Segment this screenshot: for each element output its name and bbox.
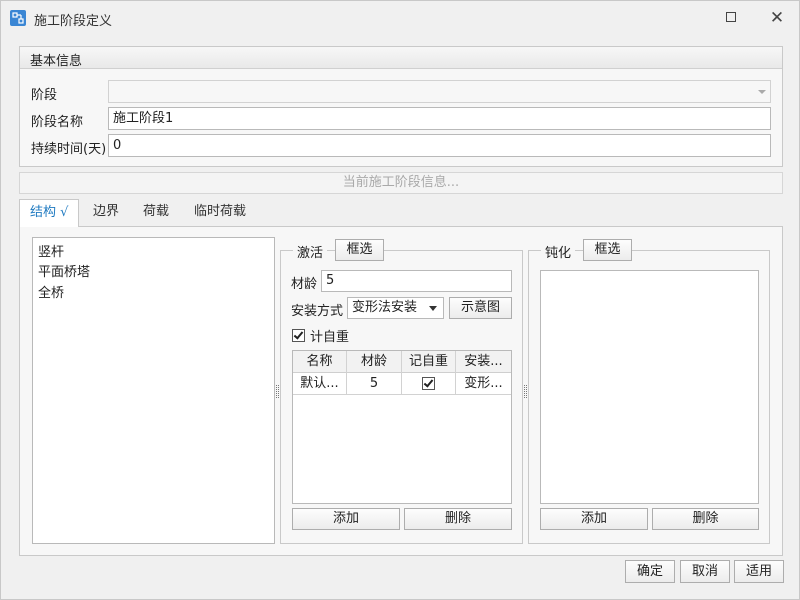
tab-structure[interactable]: 结构 √ [19,199,80,227]
basic-info-group: 基本信息 阶段 阶段名称 施工阶段1 持续时间(天) 0 [19,46,783,167]
ok-button[interactable]: 确定 [625,560,675,583]
tab-temporary-load[interactable]: 临时荷载 [184,199,256,226]
duration-label: 持续时间(天) [31,142,107,157]
passivate-legend: 钝化 [541,242,576,261]
check-icon [423,377,434,388]
activate-group: 激活 框选 材龄 5 安装方式 变形法安装 示意图 计自重 名称 材龄 记自重 … [280,239,523,544]
current-stage-info-button[interactable]: 当前施工阶段信息... [19,172,783,194]
activate-table: 名称 材龄 记自重 安装... 默认... 5 变形... [292,350,512,504]
dialog-window: 施工阶段定义 ✕ 基本信息 阶段 阶段名称 施工阶段1 持续时间(天) 0 当前… [0,0,800,600]
maximize-button[interactable] [711,5,751,31]
table-row[interactable]: 默认... 5 变形... [293,373,511,395]
app-icon [10,10,26,26]
install-method-label: 安装方式 [291,304,344,319]
list-item[interactable]: 竖杆 [38,241,64,260]
stage-select[interactable] [108,80,771,103]
chevron-down-icon [429,306,437,311]
title-bar: 施工阶段定义 ✕ [1,1,799,35]
diagram-button[interactable]: 示意图 [449,297,512,319]
tab-strip: 结构 √ 边界 荷载 临时荷载 [19,199,783,227]
apply-button[interactable]: 适用 [734,560,784,583]
chevron-down-icon [758,90,766,94]
tab-boundary[interactable]: 边界 [83,199,129,226]
window-title: 施工阶段定义 [34,14,113,29]
row-name-cell[interactable]: 默认... [293,373,347,395]
column-header-self-weight[interactable]: 记自重 [402,351,456,373]
column-header-name[interactable]: 名称 [293,351,347,373]
stage-label: 阶段 [31,88,58,103]
activate-box-select-button[interactable]: 框选 [335,239,384,261]
passivate-group: 钝化 框选 添加 删除 [528,239,770,544]
self-weight-label: 计自重 [310,330,350,345]
activate-legend: 激活 [293,242,328,261]
stage-name-input[interactable]: 施工阶段1 [108,107,771,130]
duration-input[interactable]: 0 [108,134,771,157]
passivate-list[interactable] [540,270,759,504]
table-header: 名称 材龄 记自重 安装... [293,351,511,373]
close-button[interactable]: ✕ [757,5,797,31]
activate-delete-button[interactable]: 删除 [404,508,512,530]
age-input[interactable]: 5 [321,270,512,292]
maximize-icon [726,11,736,22]
splitter-handle[interactable] [524,385,527,398]
self-weight-checkbox[interactable] [292,329,305,342]
install-method-select[interactable]: 变形法安装 [347,297,444,319]
install-method-value: 变形法安装 [352,300,418,315]
close-icon: ✕ [769,8,785,28]
list-item[interactable]: 全桥 [38,282,64,301]
splitter-handle[interactable] [276,385,279,398]
row-install-cell[interactable]: 变形... [456,373,511,395]
passivate-delete-button[interactable]: 删除 [652,508,759,530]
row-self-weight-cell[interactable] [402,373,456,395]
list-item[interactable]: 平面桥塔 [38,261,90,280]
age-label: 材龄 [291,277,318,292]
tab-load[interactable]: 荷载 [133,199,179,226]
structure-tab-panel: 竖杆 平面桥塔 全桥 激活 框选 材龄 5 安装方式 变形法安装 示意图 计自重 [19,226,783,556]
basic-info-header: 基本信息 [20,47,782,69]
row-age-cell[interactable]: 5 [347,373,402,395]
passivate-add-button[interactable]: 添加 [540,508,648,530]
basic-info-title: 基本信息 [30,54,83,69]
activate-add-button[interactable]: 添加 [292,508,400,530]
row-self-weight-checkbox[interactable] [422,377,435,390]
check-icon [293,329,304,340]
stage-name-label: 阶段名称 [31,115,84,130]
column-header-install[interactable]: 安装... [456,351,511,373]
passivate-box-select-button[interactable]: 框选 [583,239,632,261]
cancel-button[interactable]: 取消 [680,560,730,583]
structure-group-list[interactable]: 竖杆 平面桥塔 全桥 [32,237,275,544]
column-header-age[interactable]: 材龄 [347,351,402,373]
